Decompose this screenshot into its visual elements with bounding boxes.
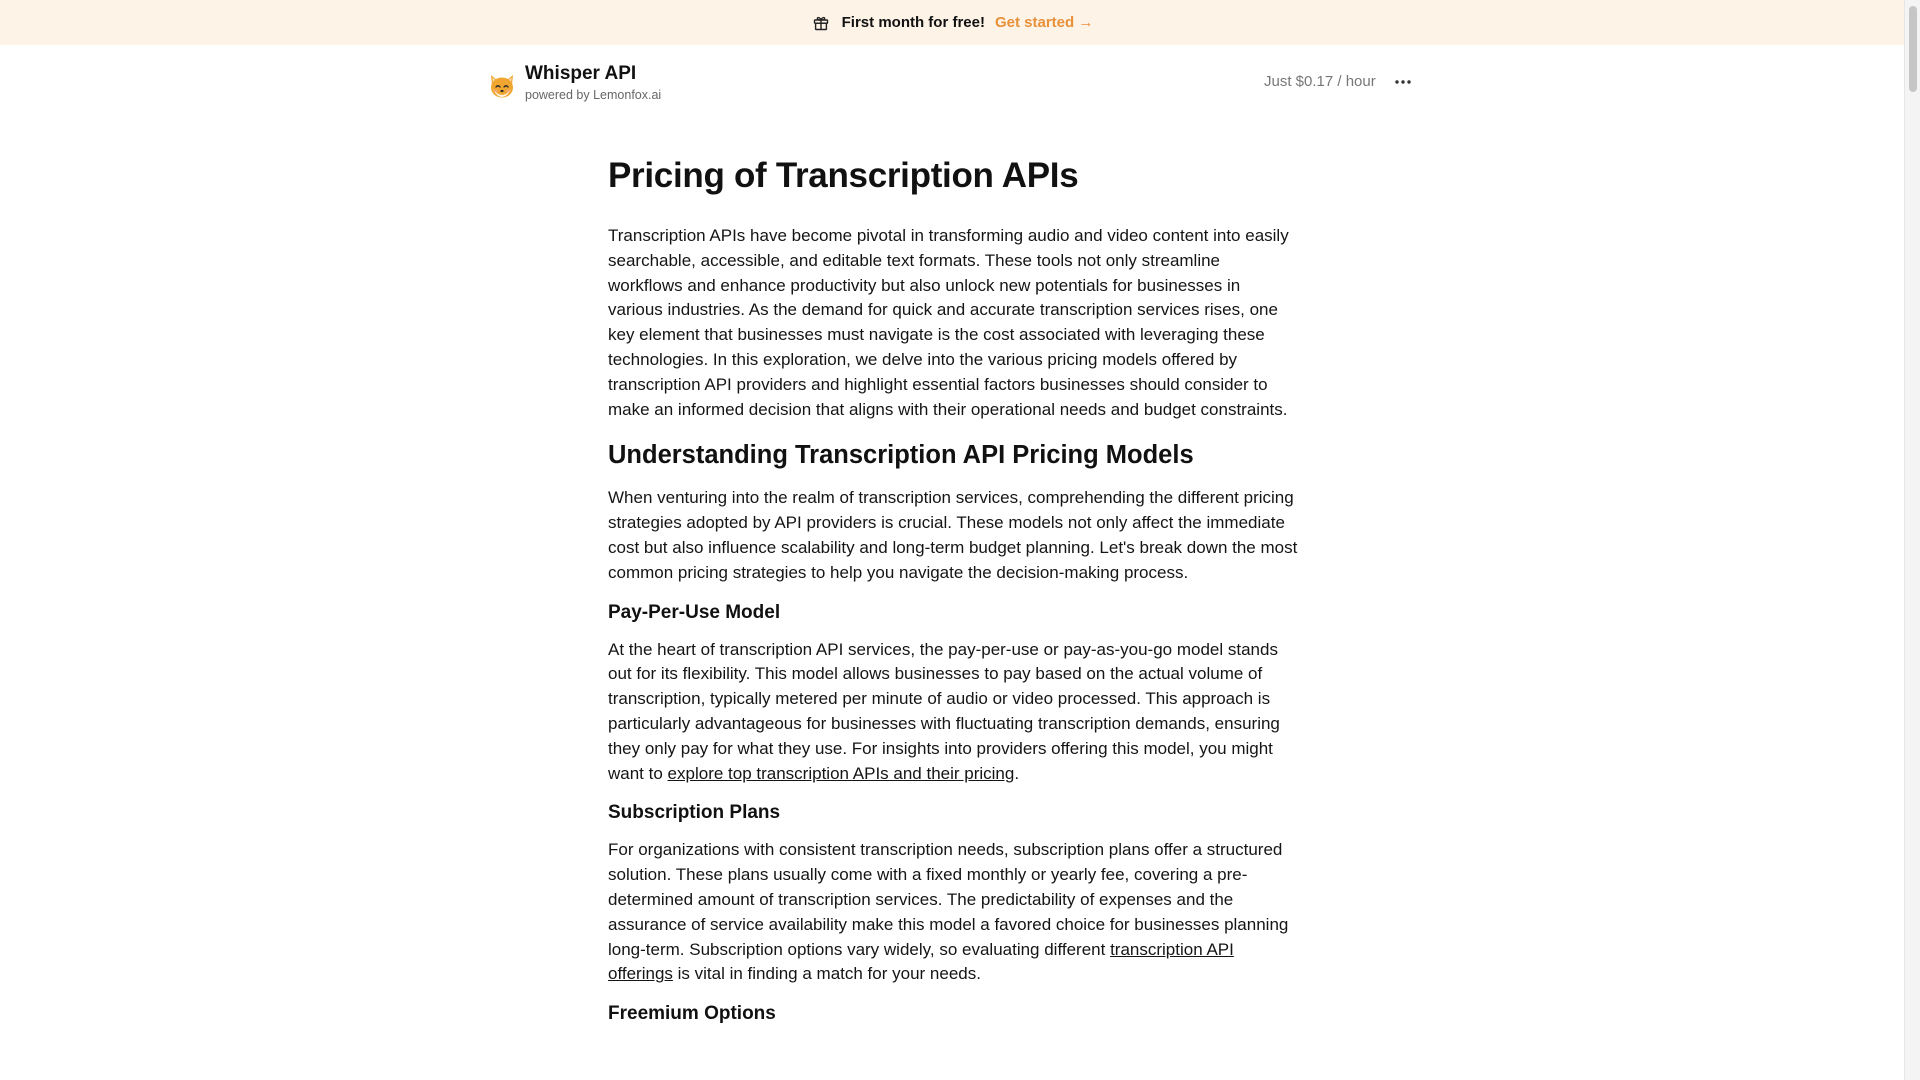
section-heading-freemium: Freemium Options [608,1003,776,1025]
site-header: Whisper API powered by Lemonfox.ai Just … [0,45,1905,120]
pay-per-use-text: At the heart of transcription API servic… [608,639,1280,783]
scrollbar-thumb[interactable] [1909,6,1917,92]
price-note: Just $0.17 / hour [1264,73,1376,90]
promo-text: First month for free! [841,14,985,31]
promo-banner: First month for free! Get started → [0,0,1905,45]
article: Pricing of Transcription APIs Transcript… [608,150,1298,1039]
page-title: Pricing of Transcription APIs [608,156,1079,195]
section-heading-pay-per-use: Pay-Per-Use Model [608,601,781,623]
more-horizontal-icon [1395,80,1411,84]
section-heading-pricing-models: Understanding Transcription API Pricing … [608,441,1194,470]
subscription-text-end: is vital in finding a match for your nee… [672,964,981,984]
section-heading-subscription: Subscription Plans [608,802,781,824]
page: First month for free! Get started → Whis… [0,0,1920,1080]
more-options-button[interactable] [1388,70,1418,94]
explore-apis-link[interactable]: explore top transcription APIs and their… [668,764,1015,783]
vertical-scrollbar[interactable] [1904,0,1920,1080]
intro-paragraph: Transcription APIs have become pivotal i… [608,226,1289,419]
pay-per-use-text-end: . [1014,763,1020,783]
pricing-models-paragraph: When venturing into the realm of transcr… [608,488,1298,582]
brand-text: Whisper API powered by Lemonfox.ai [525,63,661,103]
fox-logo-icon [491,75,513,98]
brand-subtitle: powered by Lemonfox.ai [525,88,662,102]
brand-home-link[interactable]: Whisper API powered by Lemonfox.ai [488,63,661,103]
brand-title: Whisper API [525,63,637,84]
get-started-link[interactable]: Get started → [995,14,1093,31]
pay-per-use-paragraph: At the heart of transcription API servic… [608,638,1298,787]
subscription-paragraph: For organizations with consistent transc… [608,838,1298,987]
gift-icon [812,14,830,32]
